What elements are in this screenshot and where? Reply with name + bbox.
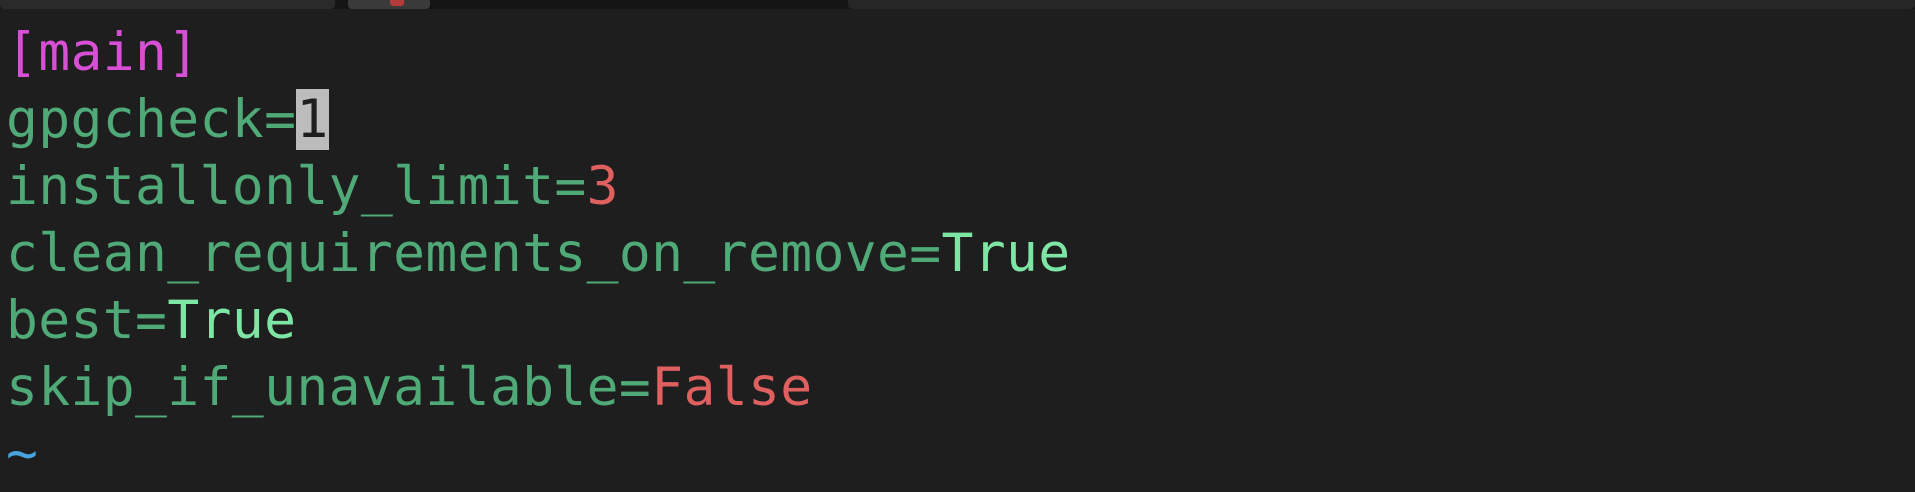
config-value: 3 (586, 156, 619, 217)
empty-line-tilde: ~ (6, 423, 39, 484)
equals-sign: = (909, 223, 942, 284)
equals-sign: = (618, 357, 652, 418)
config-key: skip_if_unavailable (6, 357, 619, 418)
equals-sign: = (135, 290, 168, 351)
equals-sign: = (554, 156, 587, 217)
config-key: best (6, 290, 136, 351)
tab-strip (0, 0, 1915, 9)
editor-line-section: [main] (6, 23, 200, 83)
section-header: [main] (6, 22, 200, 83)
editor-line: clean_requirements_on_remove=True (6, 224, 1071, 284)
config-key: installonly_limit (6, 156, 555, 217)
config-value: True (167, 290, 297, 351)
text-editor[interactable]: [main] gpgcheck=1 installonly_limit=3 cl… (0, 9, 1915, 492)
config-value: False (651, 357, 813, 418)
editor-line: best=True (6, 291, 296, 351)
config-key: clean_requirements_on_remove (6, 223, 910, 284)
config-key: gpgcheck (6, 89, 265, 150)
editor-line: gpgcheck=1 (6, 89, 329, 150)
tab-active[interactable] (348, 0, 430, 9)
config-value: True (941, 223, 1071, 284)
text-cursor: 1 (296, 89, 329, 150)
tab-left[interactable] (0, 0, 335, 9)
editor-empty-line: ~ (6, 424, 38, 484)
tab-right[interactable] (848, 0, 1915, 9)
editor-line: installonly_limit=3 (6, 157, 619, 217)
editor-line: skip_if_unavailable=False (6, 358, 812, 418)
tab-close-icon[interactable] (390, 0, 404, 6)
equals-sign: = (264, 89, 297, 150)
